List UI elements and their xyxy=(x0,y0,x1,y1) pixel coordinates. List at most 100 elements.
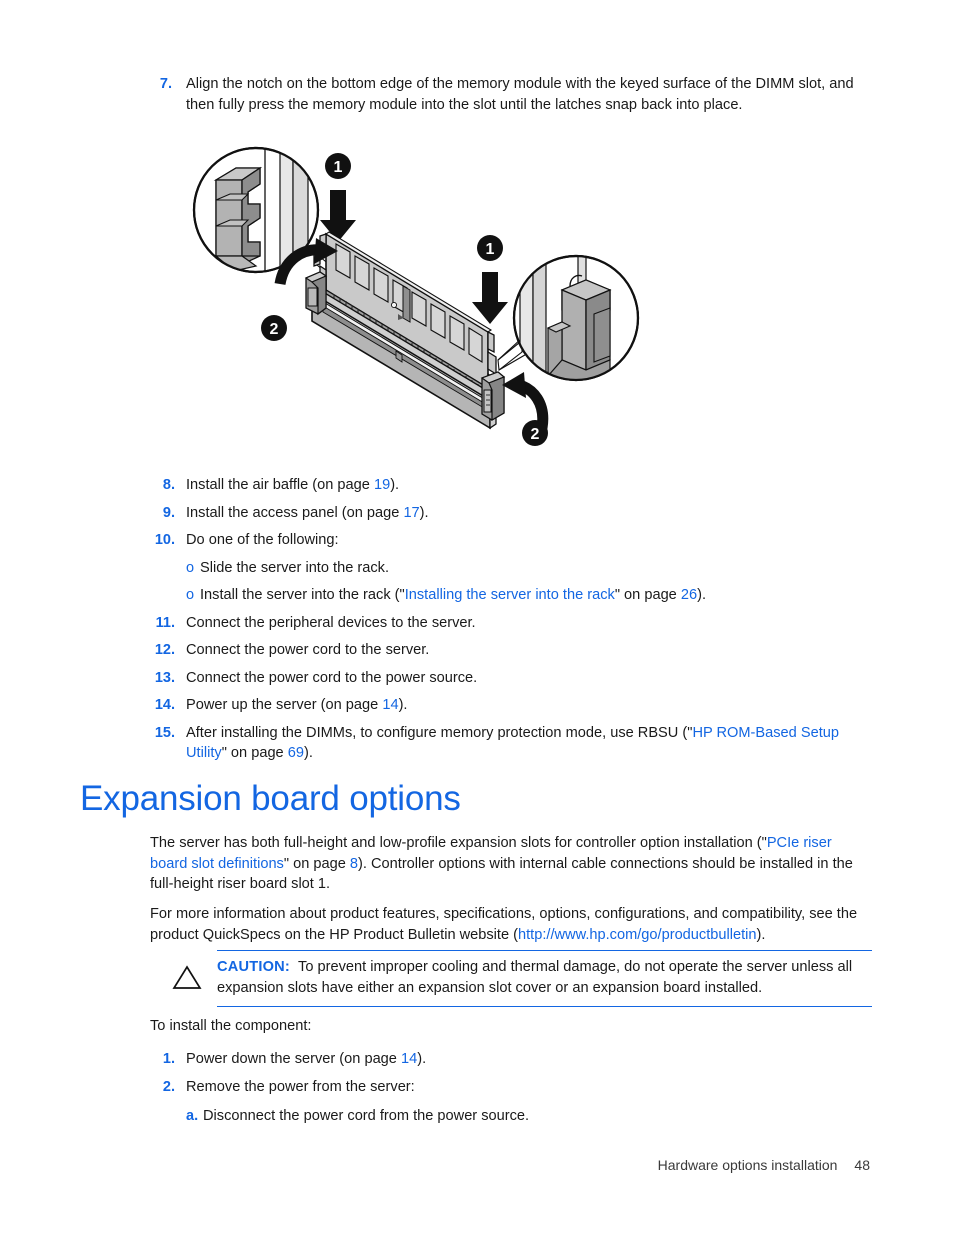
bullet-marker: o xyxy=(186,559,195,576)
quickspecs-paragraph: For more information about product featu… xyxy=(150,904,872,945)
text: Power up the server (on page xyxy=(186,697,383,713)
callout-badge-2-label: 2 xyxy=(270,321,279,338)
list-item: 14. Power up the server (on page 14). xyxy=(150,695,872,716)
list-item-number: 11. xyxy=(155,614,175,631)
socket-latch-right xyxy=(480,371,506,422)
dimm-installation-illustration: 1 1 2 2 xyxy=(192,146,640,446)
text: ). xyxy=(303,745,313,761)
text: " on page xyxy=(614,587,681,603)
text: ). xyxy=(417,1050,427,1067)
footer-chapter: Hardware options installation xyxy=(657,1157,838,1173)
callout-badge-2b-label: 2 xyxy=(531,426,540,443)
text: " on page xyxy=(283,855,350,872)
callout-badge-2b: 2 xyxy=(522,420,548,446)
text: Install the server into the rack (" xyxy=(200,587,405,603)
install-procedure: To install the component: 1. Power down … xyxy=(150,1016,872,1126)
page-link[interactable]: 69 xyxy=(288,745,304,761)
page-footer: Hardware options installation 48 xyxy=(0,1157,954,1173)
alpha-list-item: a. Disconnect the power cord from the po… xyxy=(186,1106,872,1127)
text: Install the access panel (on page xyxy=(186,504,404,521)
step-list-upper: 7. Align the notch on the bottom edge of… xyxy=(150,74,872,125)
list-item-text: Remove the power from the server: xyxy=(186,1079,415,1095)
sub-list-item-text: Install the server into the rack ("Insta… xyxy=(200,585,706,606)
text: ). xyxy=(419,504,429,521)
list-item: 2. Remove the power from the server: xyxy=(150,1077,872,1098)
caution-body: CAUTION: To prevent improper cooling and… xyxy=(217,950,872,1007)
list-item-text: Align the notch on the bottom edge of th… xyxy=(186,76,854,113)
callout-badge-2: 2 xyxy=(261,315,287,341)
alpha-list-text: Disconnect the power cord from the power… xyxy=(203,1107,530,1124)
list-item-text: After installing the DIMMs, to configure… xyxy=(186,723,872,764)
external-url-link[interactable]: http://www.hp.com/go/productbulletin xyxy=(518,927,757,943)
caution-admonition: CAUTION: To prevent improper cooling and… xyxy=(168,950,872,1007)
list-item-text: Connect the peripheral devices to the se… xyxy=(186,614,476,631)
callout-badge-1b-label: 1 xyxy=(486,241,495,258)
page-title: Expansion board options xyxy=(80,779,461,818)
list-item: 8. Install the air baffle (on page 19). xyxy=(150,475,872,496)
sub-list-item: o Slide the server into the rack. xyxy=(186,558,872,579)
list-item-text: Install the access panel (on page 17). xyxy=(186,503,872,524)
list-item: 9. Install the access panel (on page 17)… xyxy=(150,503,872,524)
intro-paragraph: The server has both full-height and low-… xyxy=(150,833,872,895)
list-item-number: 8. xyxy=(162,477,175,493)
warning-triangle-icon xyxy=(172,965,202,989)
list-item-number: 14. xyxy=(154,697,175,713)
list-item-number: 12. xyxy=(154,642,175,658)
page-link[interactable]: 19 xyxy=(374,477,390,493)
list-item: 13. Connect the power cord to the power … xyxy=(150,668,872,689)
list-item: 15. After installing the DIMMs, to confi… xyxy=(150,723,872,764)
page-link[interactable]: 14 xyxy=(382,697,398,713)
document-page: 7. Align the notch on the bottom edge of… xyxy=(0,0,954,1235)
callout-badge-1-label: 1 xyxy=(334,159,343,176)
list-item-number: 9. xyxy=(162,504,175,521)
list-item-text: Do one of the following: xyxy=(186,532,339,548)
page-link[interactable]: 14 xyxy=(401,1051,417,1067)
sub-list-item: o Install the server into the rack ("Ins… xyxy=(186,585,872,606)
list-item-number: 1. xyxy=(162,1050,175,1067)
text: To prevent improper cooling and thermal … xyxy=(217,959,853,996)
list-item-text: Connect the power cord to the server. xyxy=(186,642,430,658)
latch-arrow-right xyxy=(502,372,549,429)
list-item-text: Connect the power cord to the power sour… xyxy=(186,669,478,686)
list-item-number: 2. xyxy=(162,1079,175,1095)
list-item-text: Install the air baffle (on page 19). xyxy=(186,475,872,496)
callout-circle-right xyxy=(512,254,640,382)
cross-reference-link[interactable]: Installing the server into the rack xyxy=(405,587,615,603)
callout-badge-1b: 1 xyxy=(477,235,503,261)
bullet-marker: o xyxy=(186,587,195,603)
list-item: 12. Connect the power cord to the server… xyxy=(150,640,872,661)
text: ). xyxy=(697,587,707,603)
list-item-number: 10. xyxy=(154,532,175,548)
dimm-installation-figure: 1 1 2 2 xyxy=(190,138,650,463)
text: Install the air baffle (on page xyxy=(186,477,374,493)
list-item-number: 7. xyxy=(159,76,172,92)
list-item-text: Power up the server (on page 14). xyxy=(186,695,872,716)
alpha-list-marker: a. xyxy=(186,1107,199,1124)
text: ). xyxy=(390,477,400,493)
install-intro: To install the component: xyxy=(150,1018,312,1034)
caution-text: CAUTION: To prevent improper cooling and… xyxy=(217,957,872,999)
caution-label: CAUTION: xyxy=(217,959,290,975)
list-item: 11. Connect the peripheral devices to th… xyxy=(150,613,872,634)
text: Power down the server (on page xyxy=(186,1050,401,1067)
socket-latch-left xyxy=(304,271,328,316)
list-item: 1. Power down the server (on page 14). xyxy=(150,1049,872,1070)
text: ). xyxy=(756,926,766,943)
callout-badge-1: 1 xyxy=(325,153,351,179)
sub-list-item-text: Slide the server into the rack. xyxy=(200,559,389,576)
list-item-number: 15. xyxy=(154,724,175,741)
page-link[interactable]: 17 xyxy=(403,505,419,521)
page-link[interactable]: 8 xyxy=(350,856,358,872)
list-item: 7. Align the notch on the bottom edge of… xyxy=(150,74,872,115)
text: " on page xyxy=(221,745,288,761)
page-link[interactable]: 26 xyxy=(681,587,697,603)
text: After installing the DIMMs, to configure… xyxy=(186,724,693,741)
list-item: 10. Do one of the following: xyxy=(150,530,872,551)
step-list-lower: 8. Install the air baffle (on page 19). … xyxy=(150,475,872,771)
footer-page-number: 48 xyxy=(854,1157,870,1173)
list-item-number: 13. xyxy=(154,669,175,686)
press-arrow-right xyxy=(472,272,508,324)
text: The server has both full-height and low-… xyxy=(150,835,767,851)
list-item-text: Power down the server (on page 14). xyxy=(186,1049,872,1070)
text: ). xyxy=(398,697,408,713)
